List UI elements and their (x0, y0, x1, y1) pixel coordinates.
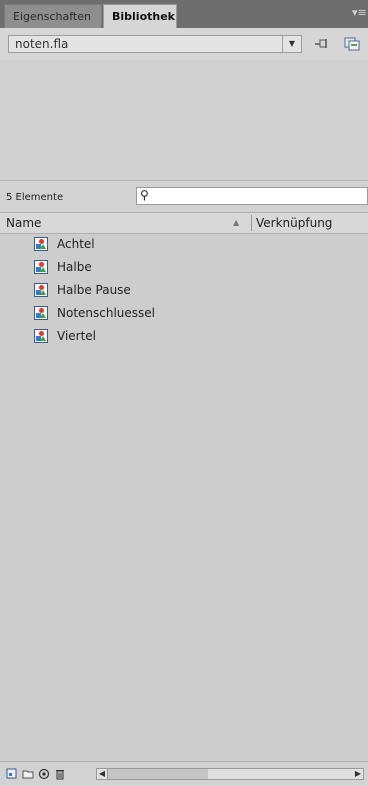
panel-menu-icon[interactable]: ▾≡ (352, 6, 367, 20)
library-dropdown[interactable]: noten.fla ▼ (8, 35, 302, 53)
search-input[interactable]: ⚲ (136, 187, 368, 205)
chevron-down-icon[interactable]: ▼ (282, 36, 301, 52)
graphic-symbol-icon (34, 306, 48, 320)
list-item-label: Achtel (57, 237, 95, 251)
graphic-symbol-icon (34, 237, 48, 251)
library-item-list: Achtel Halbe Halbe Pause Notenschluessel… (0, 234, 368, 761)
delete-icon[interactable] (54, 768, 66, 780)
list-item-label: Notenschluessel (57, 306, 156, 320)
column-divider[interactable] (251, 215, 252, 231)
new-folder-icon[interactable] (22, 768, 34, 780)
panel-tab-bar: Eigenschaften Bibliothek ▾≡ (0, 0, 368, 29)
library-selector-row: noten.fla ▼ (0, 28, 368, 60)
list-item[interactable]: Viertel (0, 326, 368, 349)
library-toolbar-row: 5 Elemente ⚲ (0, 181, 368, 211)
library-dropdown-value: noten.fla (15, 37, 69, 51)
tab-eigenschaften[interactable]: Eigenschaften (4, 4, 102, 28)
list-item[interactable]: Halbe (0, 257, 368, 280)
search-icon: ⚲ (140, 188, 149, 202)
new-symbol-icon[interactable] (6, 768, 18, 780)
scroll-right-icon[interactable]: ▶ (353, 769, 363, 779)
list-item[interactable]: Notenschluessel (0, 303, 368, 326)
new-library-panel-icon[interactable] (344, 37, 360, 51)
graphic-symbol-icon (34, 329, 48, 343)
tab-bibliothek[interactable]: Bibliothek (103, 4, 177, 28)
list-item-label: Viertel (57, 329, 97, 343)
column-header-linkage[interactable]: Verknüpfung (256, 216, 332, 230)
list-item[interactable]: Halbe Pause (0, 280, 368, 303)
graphic-symbol-icon (34, 260, 48, 274)
list-item-label: Halbe (57, 260, 92, 274)
column-header: Name ▲ Verknüpfung (0, 212, 368, 234)
properties-icon[interactable] (38, 768, 50, 780)
scrollbar-thumb[interactable] (108, 769, 208, 779)
scroll-left-icon[interactable]: ◀ (97, 769, 108, 779)
column-header-name[interactable]: Name (6, 216, 41, 230)
symbol-preview-area (0, 60, 368, 181)
pin-icon[interactable] (314, 37, 330, 51)
graphic-symbol-icon (34, 283, 48, 297)
item-count: 5 Elemente (6, 192, 64, 203)
sort-ascending-icon[interactable]: ▲ (233, 218, 239, 227)
list-item[interactable]: Achtel (0, 234, 368, 257)
list-item-label: Halbe Pause (57, 283, 131, 297)
horizontal-scrollbar[interactable]: ◀ ▶ (96, 768, 364, 780)
library-bottom-toolbar: ◀ ▶ (0, 761, 368, 786)
